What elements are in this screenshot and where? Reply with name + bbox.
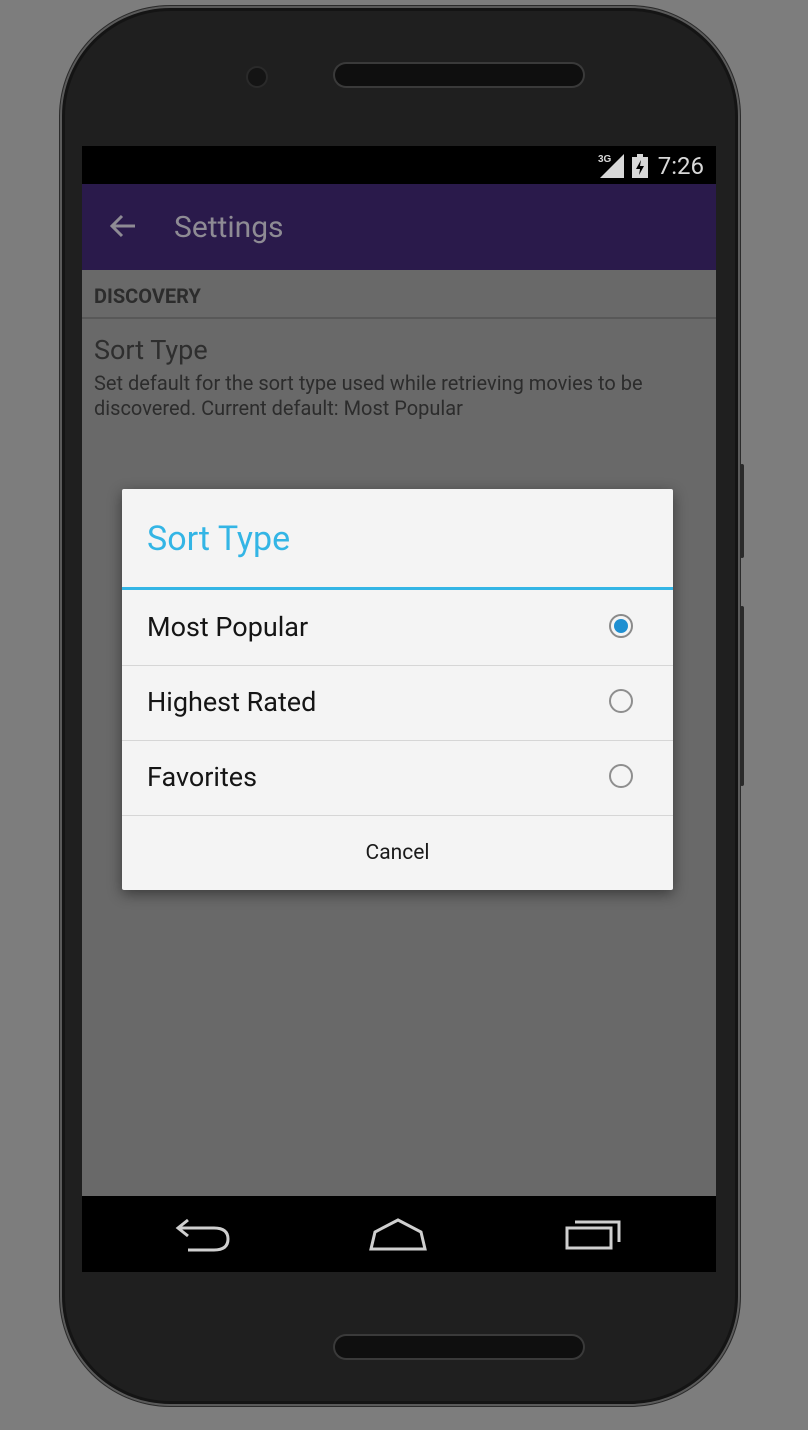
app-bar-title: Settings <box>174 210 284 245</box>
option-label: Most Popular <box>147 611 309 643</box>
preference-title: Sort Type <box>94 334 208 366</box>
home-icon[interactable] <box>368 1216 428 1256</box>
navigation-bar <box>82 1196 716 1272</box>
top-speaker <box>335 64 583 86</box>
status-time: 7:26 <box>657 152 704 180</box>
section-header-discovery: DISCOVERY <box>94 284 201 308</box>
back-arrow-icon[interactable] <box>108 211 138 241</box>
bottom-speaker <box>335 1336 583 1358</box>
back-icon[interactable] <box>174 1216 234 1256</box>
radio-button[interactable] <box>609 689 633 713</box>
recents-icon[interactable] <box>564 1216 624 1256</box>
preference-summary: Set default for the sort type used while… <box>94 371 643 420</box>
front-camera <box>248 68 266 86</box>
network-type-label: 3G <box>598 154 612 165</box>
power-button <box>740 606 744 786</box>
app-bar: Settings <box>82 184 716 270</box>
option-highest-rated[interactable]: Highest Rated <box>122 665 673 741</box>
dialog-title: Sort Type <box>147 519 291 559</box>
radio-button-checked[interactable] <box>609 614 633 638</box>
cancel-button[interactable]: Cancel <box>122 816 673 890</box>
status-bar: 3G 7:26 <box>82 146 716 184</box>
option-favorites[interactable]: Favorites <box>122 740 673 816</box>
option-label: Favorites <box>147 761 258 793</box>
option-label: Highest Rated <box>147 686 317 718</box>
radio-button[interactable] <box>609 764 633 788</box>
volume-button <box>740 464 744 558</box>
sort-type-dialog: Sort Type Most Popular Highest Rated Fav… <box>122 489 673 890</box>
signal-icon: 3G <box>598 154 624 178</box>
section-divider <box>82 317 716 319</box>
option-most-popular[interactable]: Most Popular <box>122 590 673 666</box>
battery-icon <box>632 154 648 178</box>
